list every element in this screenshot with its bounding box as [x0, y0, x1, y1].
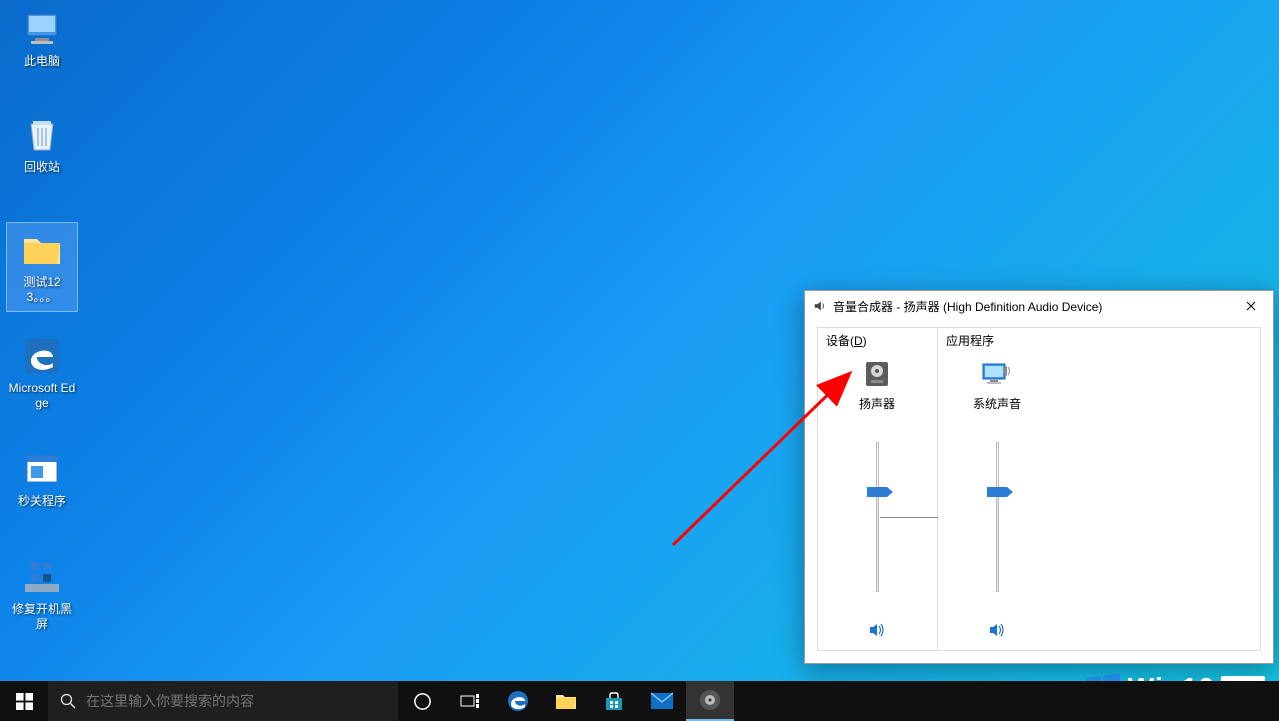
- taskbar: [0, 681, 1279, 721]
- mixer-body: 设备(D) 扬声器 应用程序: [805, 321, 1273, 663]
- device-section-label: 设备(D): [818, 328, 937, 351]
- speaker-device-icon[interactable]: [862, 357, 892, 391]
- desktop-icon-edge[interactable]: Microsoft Edge: [6, 335, 78, 411]
- cortana-button[interactable]: [398, 681, 446, 721]
- task-view-icon: [460, 693, 480, 709]
- media-icon: [698, 688, 722, 712]
- search-icon: [60, 693, 76, 709]
- desktop-icon-this-pc[interactable]: 此电脑: [6, 8, 78, 69]
- windows-start-icon: [16, 693, 33, 710]
- channel-label: 扬声器: [859, 395, 895, 412]
- desktop-icon-shutdown-app[interactable]: 秒关程序: [6, 448, 78, 509]
- apps-section: 应用程序 系统声音: [937, 327, 1261, 651]
- mute-button-speakers[interactable]: [867, 610, 887, 650]
- taskbar-file-explorer[interactable]: [542, 681, 590, 721]
- device-section: 设备(D) 扬声器: [817, 327, 937, 651]
- desktop-icon-recycle-bin[interactable]: 回收站: [6, 114, 78, 175]
- store-icon: [603, 690, 625, 712]
- speaker-icon: [813, 299, 827, 313]
- recycle-bin-icon: [21, 114, 63, 156]
- task-view-button[interactable]: [446, 681, 494, 721]
- taskbar-edge[interactable]: [494, 681, 542, 721]
- system-sounds-icon[interactable]: [981, 357, 1013, 391]
- edge-icon: [506, 689, 530, 713]
- taskbar-mail[interactable]: [638, 681, 686, 721]
- desktop-icon-label: 回收站: [6, 160, 78, 175]
- desktop-icon-fix-boot[interactable]: 修复开机黑屏: [6, 556, 78, 632]
- mute-button-system-sounds[interactable]: [987, 610, 1007, 650]
- channel-speakers: 扬声器: [818, 351, 936, 650]
- settings-icon: [21, 556, 63, 598]
- edge-icon: [21, 335, 63, 377]
- channel-system-sounds: 系统声音: [938, 351, 1056, 650]
- circle-icon: [413, 692, 432, 711]
- desktop-icon-label: 此电脑: [6, 54, 78, 69]
- start-button[interactable]: [0, 681, 48, 721]
- window-title: 音量合成器 - 扬声器 (High Definition Audio Devic…: [833, 298, 1102, 315]
- app-icon: [21, 448, 63, 490]
- desktop-icon-folder-test[interactable]: 测试123。。。: [6, 222, 78, 312]
- search-input[interactable]: [86, 693, 386, 709]
- folder-icon: [21, 229, 63, 271]
- taskbar-store[interactable]: [590, 681, 638, 721]
- channel-label: 系统声音: [973, 395, 1021, 412]
- desktop-icon-label: 修复开机黑屏: [6, 602, 78, 632]
- apps-section-label: 应用程序: [938, 328, 1260, 351]
- desktop-icon-label: 测试123。。。: [7, 275, 77, 305]
- volume-slider-system-sounds[interactable]: [938, 424, 1056, 610]
- pc-icon: [21, 8, 63, 50]
- close-button[interactable]: [1228, 291, 1273, 321]
- desktop-icon-label: 秒关程序: [6, 494, 78, 509]
- taskbar-media-app[interactable]: [686, 681, 734, 721]
- mail-icon: [650, 692, 674, 710]
- titlebar[interactable]: 音量合成器 - 扬声器 (High Definition Audio Devic…: [805, 291, 1273, 321]
- search-box[interactable]: [48, 681, 398, 721]
- desktop-icon-label: Microsoft Edge: [6, 381, 78, 411]
- folder-icon: [555, 691, 577, 711]
- volume-mixer-window: 音量合成器 - 扬声器 (High Definition Audio Devic…: [804, 290, 1274, 664]
